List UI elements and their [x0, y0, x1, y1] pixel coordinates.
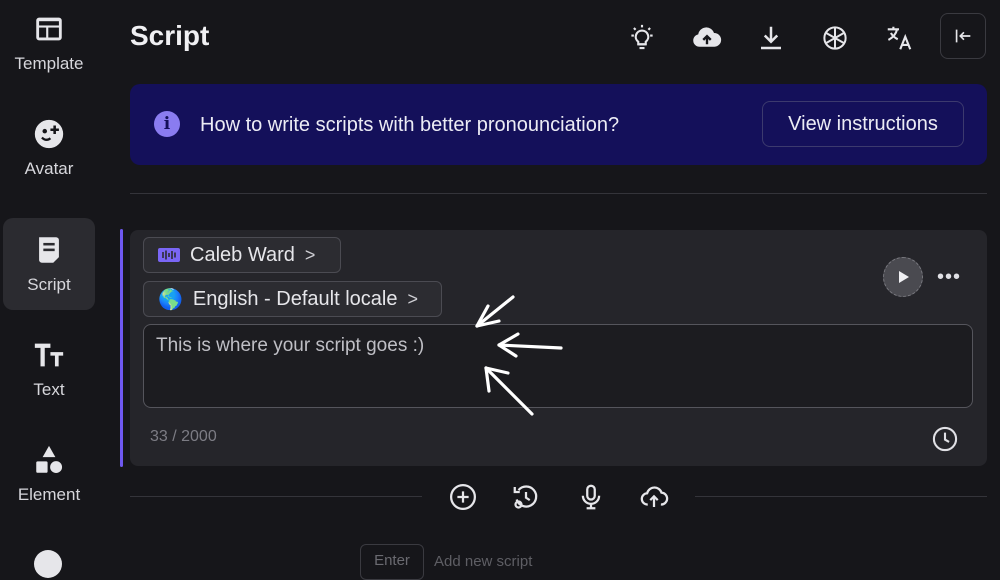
sidebar-item-label: Element: [17, 485, 81, 504]
history-icon[interactable]: [511, 482, 541, 512]
chevron-right-icon: >: [304, 244, 316, 265]
globe-icon: 🌎: [158, 288, 183, 311]
sidebar-next-icon[interactable]: [34, 550, 62, 578]
active-script-indicator: [120, 229, 123, 467]
page-title: Script: [130, 20, 210, 51]
sidebar-item-element[interactable]: Element: [3, 428, 95, 520]
avatar-icon: [34, 119, 64, 149]
add-icon[interactable]: [448, 482, 478, 512]
toolbar-divider-right: [695, 496, 987, 497]
banner-text: How to write scripts with better pronoun…: [200, 114, 620, 136]
instructions-banner: i How to write scripts with better prono…: [130, 84, 987, 165]
chevron-right-icon: >: [407, 288, 418, 309]
sidebar-item-label: Template: [14, 54, 84, 73]
divider: [130, 193, 987, 194]
sidebar-item-text[interactable]: Text: [3, 323, 95, 415]
script-icon: [39, 237, 59, 263]
view-instructions-button[interactable]: View instructions: [762, 101, 964, 147]
collapse-panel-button[interactable]: [940, 13, 986, 59]
upload-audio-icon[interactable]: [639, 482, 669, 512]
language-selector[interactable]: 🌎 English - Default locale >: [143, 281, 442, 317]
play-preview-button[interactable]: [883, 257, 923, 297]
voice-waveform-icon: [158, 248, 180, 262]
microphone-icon[interactable]: [576, 482, 606, 512]
translate-icon[interactable]: [881, 20, 917, 56]
lightbulb-icon[interactable]: [624, 20, 660, 56]
sidebar: Template Avatar Script Text Element: [0, 0, 100, 578]
info-icon: i: [154, 111, 180, 137]
template-icon: [36, 17, 62, 41]
openai-icon[interactable]: [817, 20, 853, 56]
enter-key-hint: Enter: [360, 544, 424, 580]
sidebar-item-avatar[interactable]: Avatar: [3, 102, 95, 194]
pause-timing-icon[interactable]: [931, 425, 959, 453]
add-new-script-hint: Add new script: [434, 553, 533, 570]
collapse-panel-icon: [955, 29, 971, 43]
more-options-button[interactable]: •••: [937, 266, 961, 289]
voice-name: Caleb Ward: [190, 243, 295, 266]
toolbar-divider-left: [130, 496, 422, 497]
language-name: English - Default locale: [192, 287, 398, 310]
text-icon: [34, 343, 64, 367]
script-textarea[interactable]: This is where your script goes :): [143, 324, 973, 408]
cloud-upload-icon[interactable]: [689, 20, 725, 56]
element-icon: [36, 445, 63, 474]
sidebar-item-label: Text: [33, 380, 65, 399]
sidebar-item-label: Avatar: [24, 159, 74, 178]
play-icon: [899, 271, 909, 283]
character-count: 33 / 2000: [150, 428, 217, 445]
sidebar-item-template[interactable]: Template: [3, 0, 95, 89]
sidebar-item-label: Script: [27, 275, 71, 294]
download-icon[interactable]: [753, 20, 789, 56]
voice-selector[interactable]: Caleb Ward >: [143, 237, 341, 273]
sidebar-item-script[interactable]: Script: [3, 218, 95, 310]
